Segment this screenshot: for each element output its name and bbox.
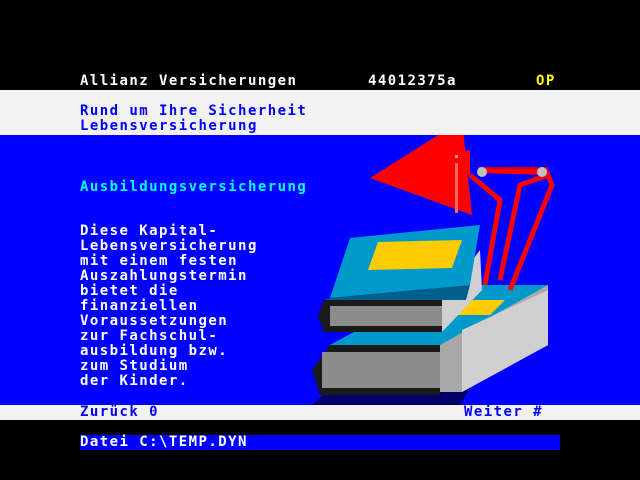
lamp-highlight [455, 163, 458, 213]
page-number: 44012375a [368, 73, 457, 89]
description-line: mit einem festen [80, 253, 239, 269]
navigation-bar: Zurück 0 Weiter # [0, 405, 640, 420]
book-bottom-pages [322, 352, 440, 388]
book-top-label [368, 240, 462, 270]
description-line: zur Fachschul- [80, 328, 219, 344]
file-status-bar: Datei C:\TEMP.DYN [80, 435, 560, 450]
description-line: Voraussetzungen [80, 313, 229, 329]
description-line: ausbildung bzw. [80, 343, 229, 359]
file-name-label: Datei C:\TEMP.DYN [80, 434, 248, 450]
back-link[interactable]: Zurück 0 [80, 405, 159, 420]
provider-title: Allianz Versicherungen [80, 73, 298, 89]
lamp-arm-back [497, 171, 555, 291]
subtitle-band: Rund um Ihre Sicherheit Lebensversicheru… [0, 90, 640, 135]
description-line: der Kinder. [80, 373, 189, 389]
description-line: Lebensversicherung [80, 238, 258, 254]
lamp-joint-1 [477, 167, 487, 177]
header-bar: Allianz Versicherungen 44012375a OP [0, 72, 640, 90]
subtitle-line-2: Lebensversicherung [80, 118, 258, 134]
page-indicator: OP [536, 73, 556, 89]
description-line: bietet die [80, 283, 179, 299]
status-band [0, 420, 640, 480]
section-heading: Ausbildungsversicherung [80, 179, 308, 195]
description-line: Auszahlungstermin [80, 268, 248, 284]
subtitle-line-1: Rund um Ihre Sicherheit [80, 103, 308, 119]
description-line: finanziellen [80, 298, 199, 314]
book-middle-pages [330, 306, 442, 326]
description-line: Diese Kapital- [80, 223, 219, 239]
next-link[interactable]: Weiter # [464, 405, 543, 420]
lamp-joint-2 [537, 167, 547, 177]
main-panel: Ausbildungsversicherung Diese Kapital- L… [0, 135, 640, 405]
description-line: zum Studium [80, 358, 189, 374]
